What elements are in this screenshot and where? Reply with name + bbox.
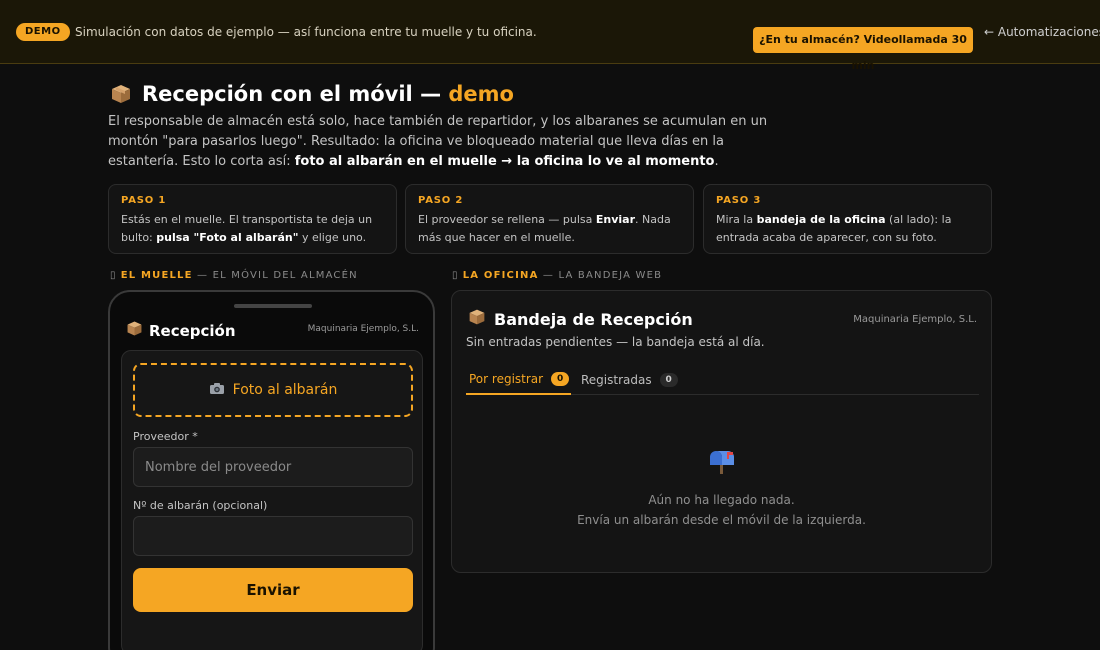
back-link[interactable]: ← Automatizaciones xyxy=(984,25,1100,39)
delivery-note-label: Nº de albarán (opcional) xyxy=(133,499,268,512)
videocall-button[interactable]: ¿En tu almacén? Videollamada 30 min xyxy=(753,27,973,72)
tab-pending[interactable]: Por registrar 0 xyxy=(466,365,571,395)
monitor-icon: ▯ xyxy=(452,270,459,281)
office-company: Maquinaria Ejemplo, S.L. xyxy=(853,314,977,325)
office-section-label: ▯ LA OFICINA — LA BANDEJA WEB xyxy=(452,270,663,281)
phone-form-card: Foto al albarán Proveedor * Nº de albará… xyxy=(121,350,423,650)
dock-section-label: ▯ EL MUELLE — EL MÓVIL DEL ALMACÉN xyxy=(110,270,358,281)
step-2-card: PASO 2 El proveedor se rellena — pulsa E… xyxy=(405,184,694,254)
page-header: Recepción con el móvil — demo xyxy=(110,80,514,108)
empty-state-hint: Envía un albarán desde el móvil de la iz… xyxy=(577,513,866,527)
supplier-input[interactable] xyxy=(133,447,413,487)
step-1-card: PASO 1 Estás en el muelle. El transporti… xyxy=(108,184,397,254)
send-button[interactable]: Enviar xyxy=(133,568,413,612)
step-label: PASO 3 xyxy=(716,195,762,206)
page-title: Recepción con el móvil — demo xyxy=(142,82,514,106)
tab-registered[interactable]: Registradas 0 xyxy=(581,365,678,395)
delivery-note-input[interactable] xyxy=(133,516,413,556)
phone-mockup: Recepción Maquinaria Ejemplo, S.L. Foto … xyxy=(108,290,435,650)
phone-title: Recepción xyxy=(126,320,236,341)
supplier-label: Proveedor * xyxy=(133,430,198,443)
step-text: Mira la bandeja de la oficina (al lado):… xyxy=(716,213,952,244)
package-icon xyxy=(126,320,143,341)
package-icon xyxy=(468,308,486,330)
step-text: El proveedor se rellena — pulsa Enviar. … xyxy=(418,213,671,244)
step-label: PASO 1 xyxy=(121,195,167,206)
inbox-tabs: Por registrar 0 Registradas 0 xyxy=(466,365,979,395)
title-accent: demo xyxy=(448,82,514,106)
package-icon xyxy=(110,83,132,105)
mailbox-icon xyxy=(708,449,736,479)
step-label: PASO 2 xyxy=(418,195,464,206)
camera-icon xyxy=(209,382,225,399)
phone-notch xyxy=(234,304,312,308)
demo-banner: DEMO Simulación con datos de ejemplo — a… xyxy=(0,0,1100,72)
registered-count-badge: 0 xyxy=(659,373,678,387)
pending-count-badge: 0 xyxy=(551,372,570,386)
office-title: Bandeja de Recepción xyxy=(468,308,693,330)
demo-badge: DEMO xyxy=(16,23,70,41)
office-subtitle: Sin entradas pendientes — la bandeja est… xyxy=(466,335,765,349)
step-3-card: PASO 3 Mira la bandeja de la oficina (al… xyxy=(703,184,992,254)
photo-button[interactable]: Foto al albarán xyxy=(133,363,413,417)
step-text: Estás en el muelle. El transportista te … xyxy=(121,213,373,244)
intro-text: El responsable de almacén está solo, hac… xyxy=(108,114,768,169)
phone-company: Maquinaria Ejemplo, S.L. xyxy=(307,324,419,334)
phone-icon: ▯ xyxy=(110,270,117,281)
empty-state-title: Aún no ha llegado nada. xyxy=(648,493,795,507)
office-inbox-panel: Bandeja de Recepción Maquinaria Ejemplo,… xyxy=(451,290,992,573)
banner-text: Simulación con datos de ejemplo — así fu… xyxy=(75,25,537,39)
